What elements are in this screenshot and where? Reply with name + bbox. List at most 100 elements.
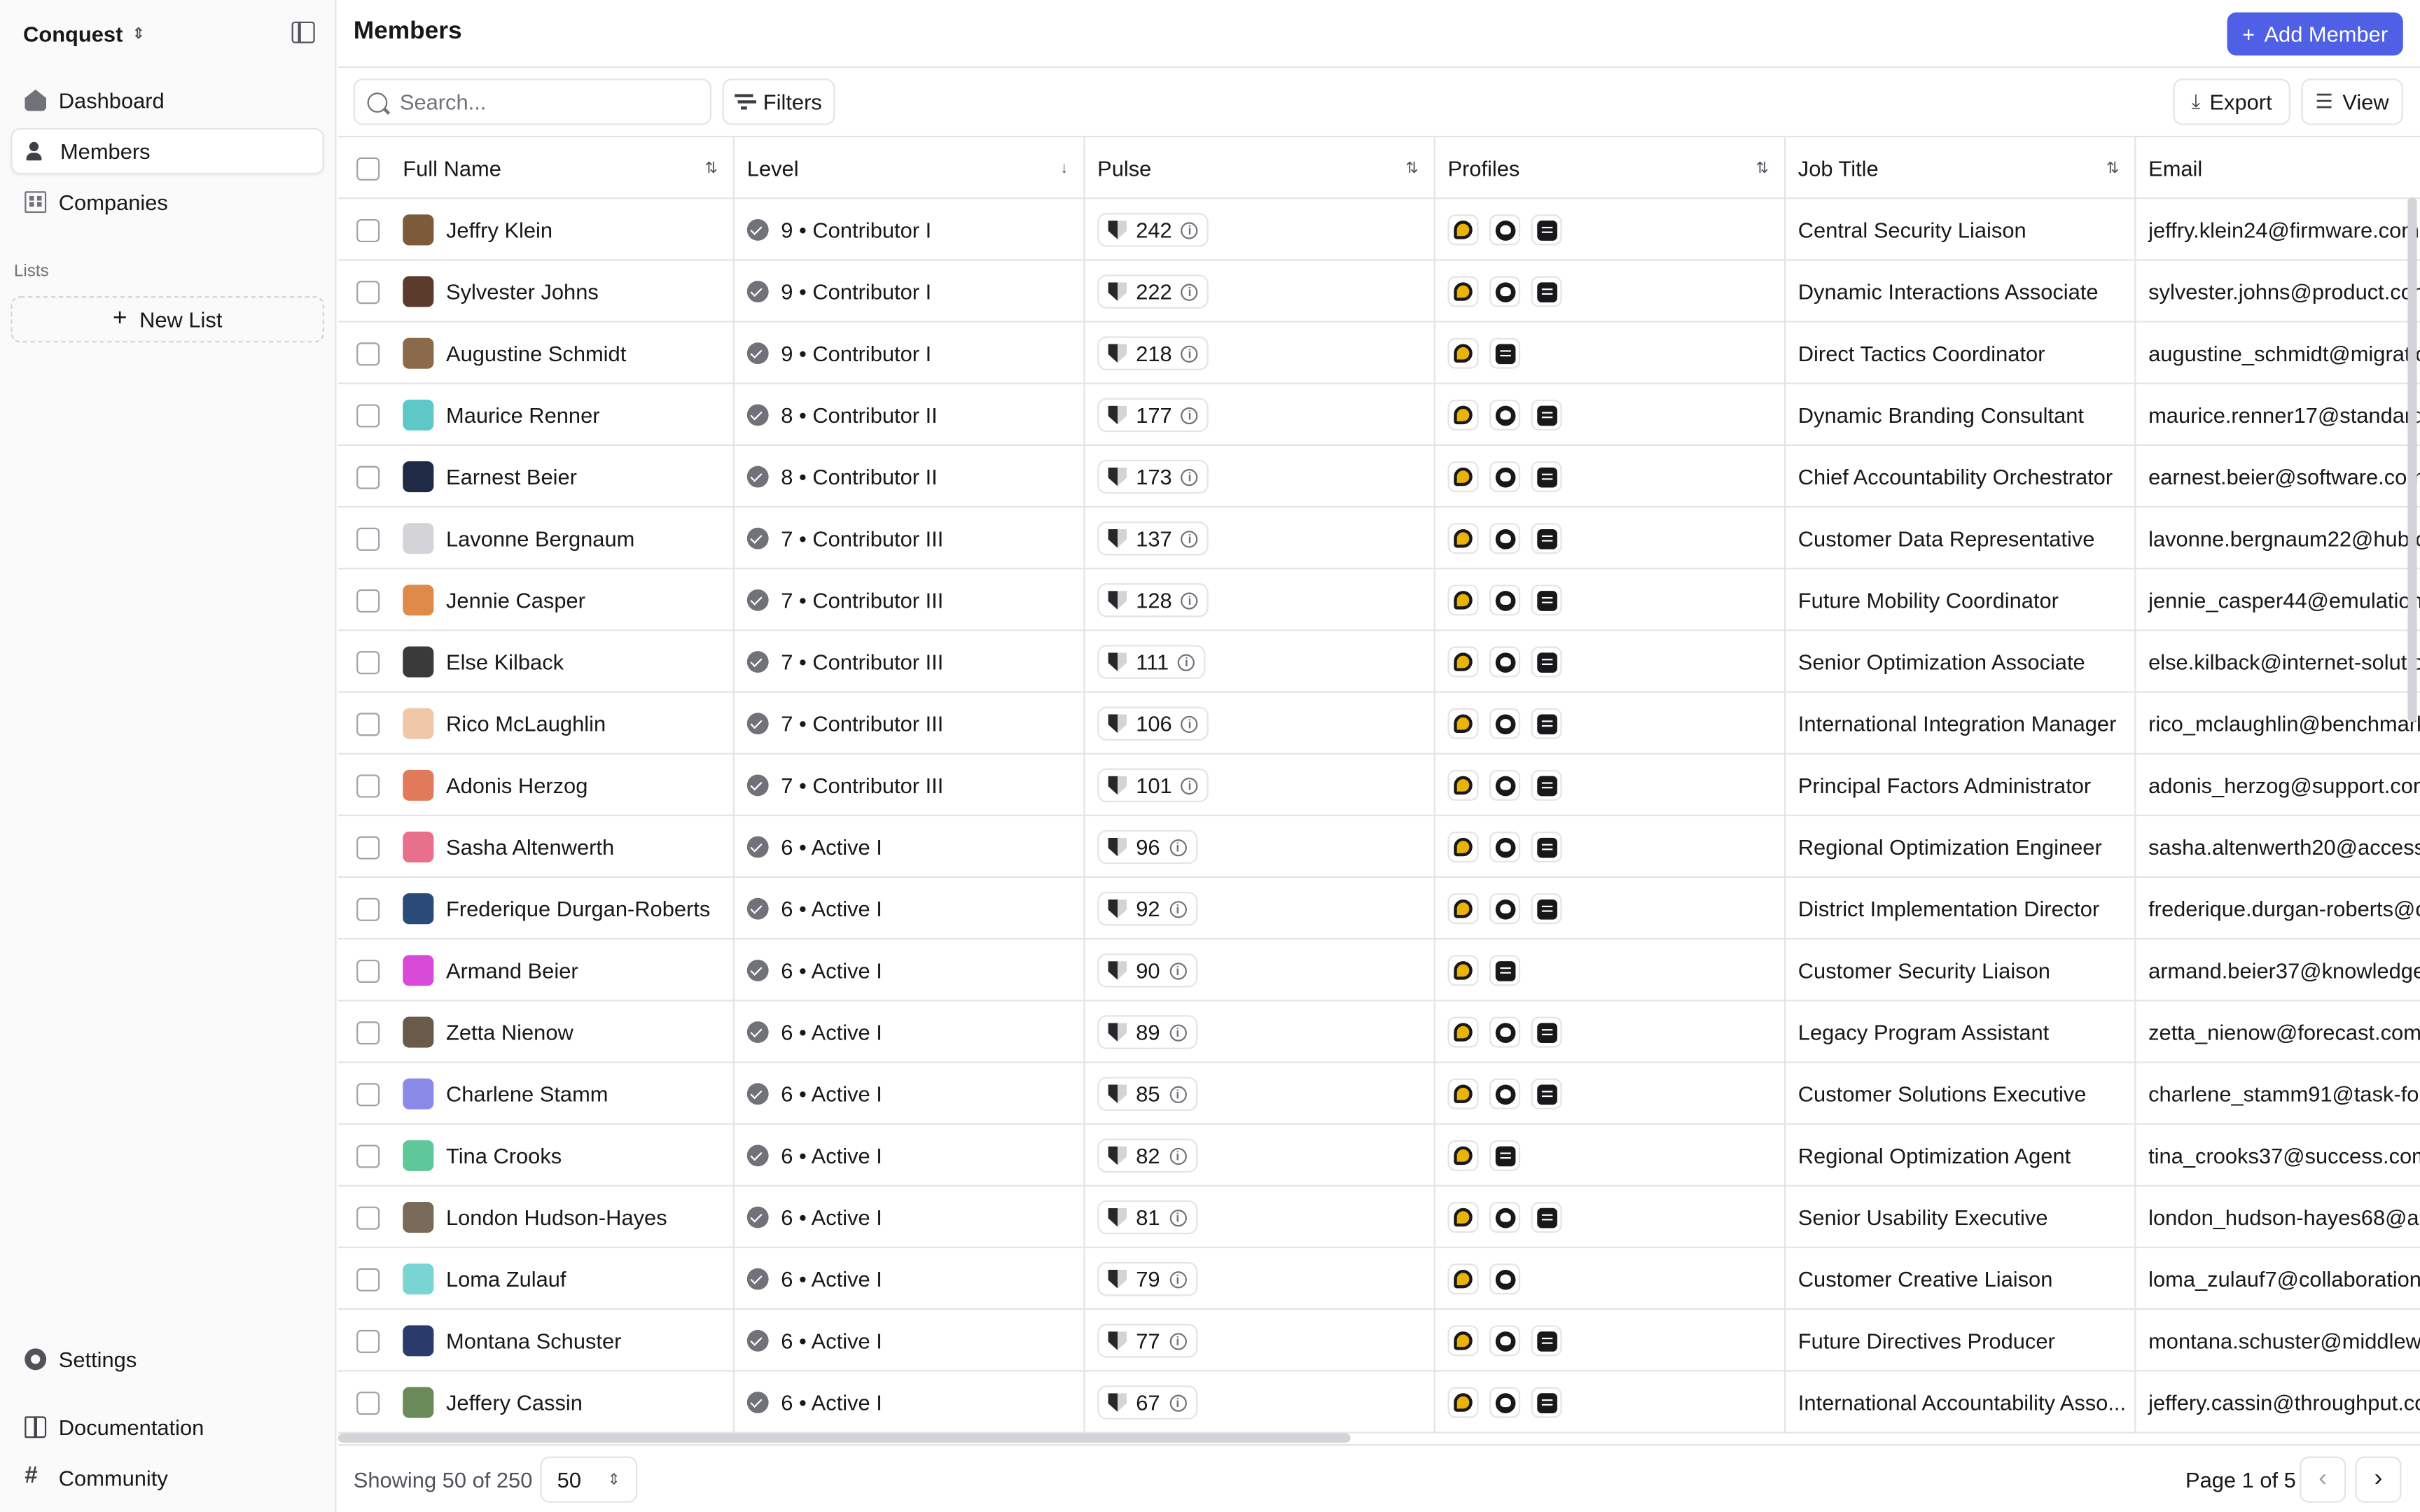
table-row[interactable]: Sylvester Johns 9 • Contributor I 222 i D… (338, 260, 2420, 323)
search-box[interactable] (353, 78, 712, 125)
name-cell[interactable]: Adonis Herzog (396, 754, 735, 816)
info-icon[interactable]: i (1169, 1208, 1187, 1226)
github-icon-button[interactable] (1489, 893, 1521, 925)
github-icon-button[interactable] (1489, 214, 1521, 246)
col-email[interactable]: Email (2136, 137, 2420, 199)
slack-icon-button[interactable] (1531, 646, 1562, 678)
table-row[interactable]: Frederique Durgan-Roberts 6 • Active I 9… (338, 878, 2420, 940)
chat-profile-icon-button[interactable] (1447, 461, 1479, 493)
new-list-button[interactable]: + New List (11, 296, 324, 343)
table-row[interactable]: Jeffery Cassin 6 • Active I 67 i Internat… (338, 1371, 2420, 1434)
col-job-title[interactable]: Job Title ⇅ (1786, 137, 2136, 200)
row-checkbox[interactable] (356, 1144, 380, 1168)
github-icon-button[interactable] (1489, 1325, 1521, 1357)
next-page-button[interactable]: › (2355, 1456, 2402, 1503)
slack-icon-button[interactable] (1531, 461, 1562, 493)
info-icon[interactable]: i (1181, 715, 1199, 732)
workspace-switcher[interactable]: Conquest ⇕ (23, 18, 145, 49)
search-input[interactable] (399, 89, 678, 115)
github-icon-button[interactable] (1489, 769, 1521, 801)
github-icon-button[interactable] (1489, 1078, 1521, 1110)
chat-profile-icon-button[interactable] (1447, 1078, 1479, 1110)
chat-profile-icon-button[interactable] (1447, 214, 1479, 246)
chat-profile-icon-button[interactable] (1447, 1264, 1479, 1295)
github-icon-button[interactable] (1489, 584, 1521, 616)
slack-icon-button[interactable] (1531, 214, 1562, 246)
slack-icon-button[interactable] (1531, 276, 1562, 307)
info-icon[interactable]: i (1169, 1394, 1187, 1411)
info-icon[interactable]: i (1169, 1147, 1187, 1164)
github-icon-button[interactable] (1489, 646, 1521, 678)
row-checkbox[interactable] (356, 712, 380, 736)
table-row[interactable]: Armand Beier 6 • Active I 90 i Customer S… (338, 939, 2420, 1002)
github-icon-button[interactable] (1489, 523, 1521, 554)
slack-icon-button[interactable] (1531, 584, 1562, 616)
table-row[interactable]: Rico McLaughlin 7 • Contributor III 106 i… (338, 692, 2420, 755)
name-cell[interactable]: Montana Schuster (396, 1310, 735, 1372)
row-checkbox[interactable] (356, 403, 380, 427)
row-checkbox[interactable] (356, 218, 380, 241)
chat-profile-icon-button[interactable] (1447, 276, 1479, 307)
chat-profile-icon-button[interactable] (1447, 523, 1479, 554)
info-icon[interactable]: i (1181, 344, 1199, 362)
chat-profile-icon-button[interactable] (1447, 337, 1479, 369)
info-icon[interactable]: i (1169, 1023, 1187, 1041)
slack-icon-button[interactable] (1531, 523, 1562, 554)
chat-profile-icon-button[interactable] (1447, 584, 1479, 616)
nav-settings[interactable]: Settings (11, 1336, 324, 1382)
row-checkbox[interactable] (356, 342, 380, 365)
info-icon[interactable]: i (1178, 653, 1195, 671)
slack-icon-button[interactable] (1489, 337, 1521, 369)
col-full-name[interactable]: Full Name ⇅ (396, 137, 735, 200)
sidebar-toggle-icon[interactable] (291, 21, 315, 43)
name-cell[interactable]: Else Kilback (396, 631, 735, 693)
add-member-button[interactable]: + Add Member (2227, 12, 2403, 56)
github-icon-button[interactable] (1489, 399, 1521, 430)
name-cell[interactable]: Maurice Renner (396, 384, 735, 446)
table-row[interactable]: Jeffry Klein 9 • Contributor I 242 i Cent… (338, 199, 2420, 261)
chat-profile-icon-button[interactable] (1447, 1140, 1479, 1171)
name-cell[interactable]: London Hudson-Hayes (396, 1186, 735, 1249)
name-cell[interactable]: Charlene Stamm (396, 1063, 735, 1125)
name-cell[interactable]: Earnest Beier (396, 445, 735, 508)
name-cell[interactable]: Loma Zulauf (396, 1248, 735, 1310)
slack-icon-button[interactable] (1531, 1387, 1562, 1418)
name-cell[interactable]: Frederique Durgan-Roberts (396, 878, 735, 940)
chat-profile-icon-button[interactable] (1447, 399, 1479, 430)
name-cell[interactable]: Armand Beier (396, 939, 735, 1002)
col-profiles[interactable]: Profiles ⇅ (1435, 137, 1786, 200)
slack-icon-button[interactable] (1531, 1016, 1562, 1048)
chat-profile-icon-button[interactable] (1447, 708, 1479, 739)
info-icon[interactable]: i (1169, 838, 1187, 856)
table-row[interactable]: Tina Crooks 6 • Active I 82 i Regional Op… (338, 1124, 2420, 1186)
row-checkbox[interactable] (356, 526, 380, 550)
slack-icon-button[interactable] (1531, 1325, 1562, 1357)
slack-icon-button[interactable] (1489, 955, 1521, 986)
info-icon[interactable]: i (1181, 776, 1199, 794)
filters-button[interactable]: Filters (722, 78, 835, 125)
github-icon-button[interactable] (1489, 1264, 1521, 1295)
row-checkbox[interactable] (356, 1267, 380, 1291)
info-icon[interactable]: i (1181, 468, 1199, 486)
info-icon[interactable]: i (1181, 592, 1199, 609)
slack-icon-button[interactable] (1531, 832, 1562, 863)
row-checkbox[interactable] (356, 465, 380, 489)
table-row[interactable]: Else Kilback 7 • Contributor III 111 i Se… (338, 631, 2420, 693)
info-icon[interactable]: i (1169, 1085, 1187, 1102)
row-checkbox[interactable] (356, 897, 380, 920)
row-checkbox[interactable] (356, 1390, 380, 1415)
nav-companies[interactable]: Companies (11, 179, 324, 225)
table-row[interactable]: Maurice Renner 8 • Contributor II 177 i D… (338, 384, 2420, 446)
github-icon-button[interactable] (1489, 1016, 1521, 1048)
row-checkbox[interactable] (356, 835, 380, 859)
table-row[interactable]: London Hudson-Hayes 6 • Active I 81 i Sen… (338, 1186, 2420, 1249)
slack-icon-button[interactable] (1489, 1140, 1521, 1171)
table-row[interactable]: Montana Schuster 6 • Active I 77 i Future… (338, 1310, 2420, 1372)
info-icon[interactable]: i (1169, 1270, 1187, 1288)
nav-community[interactable]: Community (11, 1455, 324, 1501)
col-pulse[interactable]: Pulse ⇅ (1085, 137, 1435, 200)
horizontal-scrollbar[interactable] (338, 1433, 1351, 1443)
info-icon[interactable]: i (1169, 1332, 1187, 1350)
table-row[interactable]: Earnest Beier 8 • Contributor II 173 i Ch… (338, 445, 2420, 508)
nav-members[interactable]: Members (11, 127, 324, 175)
